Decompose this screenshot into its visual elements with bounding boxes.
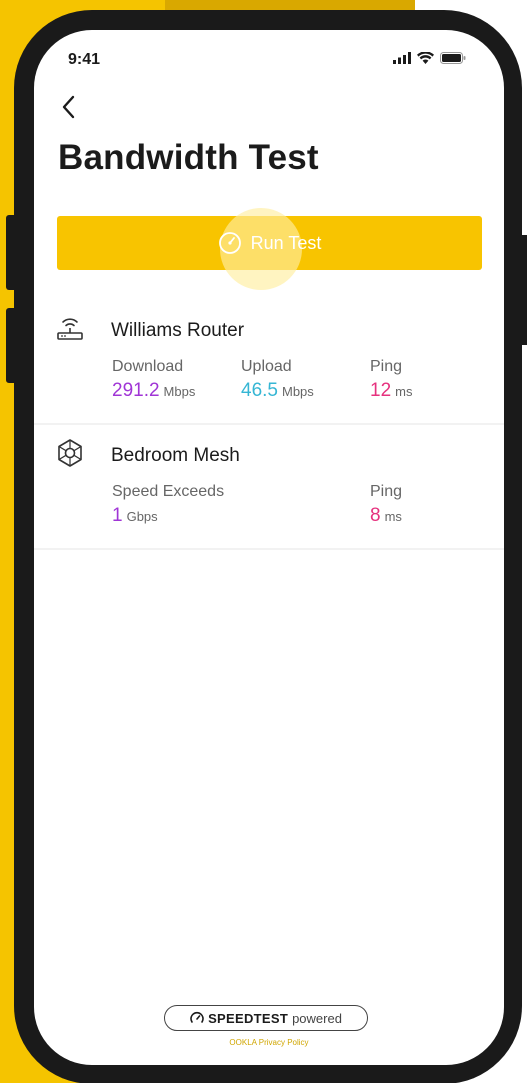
- run-test-label: Run Test: [250, 232, 322, 253]
- device-card-router[interactable]: Williams Router Download 291.2 Mbps Uploa…: [34, 300, 504, 423]
- metric-value: 1 Gbps: [112, 505, 224, 527]
- status-bar: 9:41: [34, 50, 504, 74]
- cellular-signal-icon: [393, 52, 411, 64]
- metric-number: 46.5: [241, 380, 278, 401]
- metric-number: 291.2: [112, 380, 160, 401]
- app-screen: 9:41 Bandwidth Test Run Test Williams Ro…: [34, 30, 504, 1065]
- metric-number: 1: [112, 505, 123, 526]
- phone-power-button: [518, 235, 527, 345]
- router-icon: [54, 312, 86, 344]
- metric-ping: Ping 8 ms: [370, 483, 402, 527]
- metric-unit: Mbps: [163, 384, 196, 399]
- phone-volume-up-button: [6, 215, 18, 290]
- metric-label: Upload: [241, 358, 292, 375]
- mesh-node-icon: [54, 437, 86, 469]
- metric-value: 8 ms: [370, 505, 402, 527]
- metric-ping: Ping 12 ms: [370, 358, 412, 402]
- metric-number: 12: [370, 380, 392, 401]
- page-title: Bandwidth Test: [58, 138, 319, 177]
- divider: [34, 548, 504, 550]
- metric-label: Speed Exceeds: [112, 483, 225, 500]
- metric-label: Download: [112, 358, 184, 375]
- wifi-icon: [417, 52, 434, 64]
- back-button[interactable]: [54, 90, 84, 124]
- metric-unit: Gbps: [126, 509, 158, 524]
- status-icons: [393, 52, 466, 64]
- battery-icon: [440, 52, 466, 64]
- chevron-left-icon: [62, 95, 75, 119]
- metric-unit: ms: [395, 384, 413, 399]
- privacy-policy-link[interactable]: OOKLA Privacy Policy: [34, 1038, 504, 1047]
- status-time: 9:41: [68, 51, 101, 68]
- metric-speed-exceeds: Speed Exceeds 1 Gbps: [112, 483, 224, 527]
- speedtest-logo-text: SPEEDTEST: [208, 1010, 289, 1026]
- metric-unit: Mbps: [281, 384, 314, 399]
- metric-upload: Upload 46.5 Mbps: [241, 358, 314, 402]
- speedtest-gauge-icon: [190, 1011, 204, 1023]
- metric-value: 46.5 Mbps: [241, 380, 314, 402]
- device-card-mesh[interactable]: Bedroom Mesh Speed Exceeds 1 Gbps Ping 8m…: [34, 425, 504, 548]
- speedtest-logo: SPEEDTEST powered: [164, 1005, 368, 1031]
- phone-volume-down-button: [6, 308, 18, 383]
- metric-unit: ms: [384, 509, 402, 524]
- metric-label: Ping: [370, 483, 403, 500]
- metric-value: 291.2 Mbps: [112, 380, 195, 402]
- metric-label: Ping: [370, 358, 403, 375]
- device-name: Williams Router: [111, 320, 245, 341]
- speedometer-icon: [218, 232, 241, 254]
- metric-value: 12 ms: [370, 380, 412, 402]
- metric-download: Download 291.2 Mbps: [112, 358, 195, 402]
- powered-text: powered: [292, 1010, 342, 1026]
- metric-number: 8: [370, 505, 381, 526]
- device-name: Bedroom Mesh: [111, 445, 240, 466]
